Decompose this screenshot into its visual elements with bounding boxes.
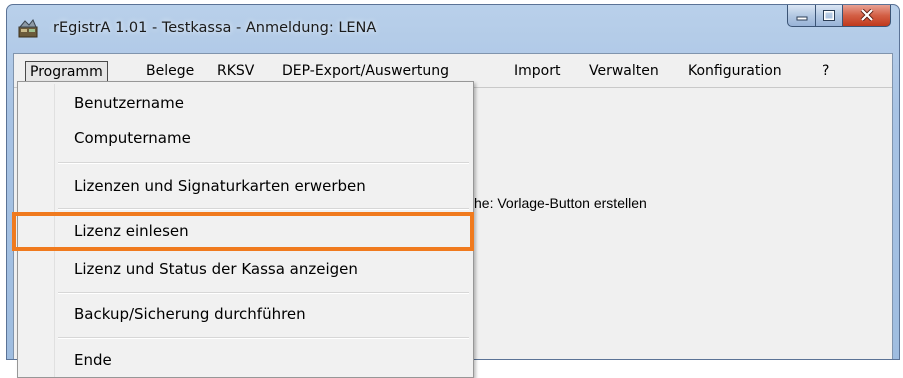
menu-separator <box>58 208 469 210</box>
menu-separator <box>58 292 469 294</box>
close-button[interactable] <box>842 5 891 27</box>
menu-konfiguration[interactable]: Konfiguration <box>684 61 786 83</box>
menu-verwalten[interactable]: Verwalten <box>585 61 663 83</box>
menu-separator <box>58 337 469 339</box>
menu-item-lizenz-status[interactable]: Lizenz und Status der Kassa anzeigen <box>22 254 469 284</box>
menu-item-lizenzen-erwerben[interactable]: Lizenzen und Signaturkarten erwerben <box>22 171 469 201</box>
window-title: rEgistrA 1.01 - Testkassa - Anmeldung: L… <box>53 20 377 36</box>
menu-item-backup[interactable]: Backup/Sicherung durchführen <box>22 299 469 329</box>
menu-rksv[interactable]: RKSV <box>213 61 258 83</box>
menu-import[interactable]: Import <box>510 61 564 83</box>
app-icon <box>17 19 39 39</box>
menu-dep-export[interactable]: DEP-Export/Auswertung <box>278 61 453 83</box>
background-label: che: Vorlage-Button erstellen <box>467 195 647 211</box>
menu-item-computername[interactable]: Computername <box>22 123 469 153</box>
maximize-icon <box>823 6 835 25</box>
menu-separator <box>58 162 469 164</box>
minimize-button[interactable] <box>787 5 816 27</box>
highlight-outline <box>12 212 474 251</box>
maximize-button[interactable] <box>815 5 843 27</box>
title-bar[interactable]: rEgistrA 1.01 - Testkassa - Anmeldung: L… <box>7 5 899 53</box>
menu-belege[interactable]: Belege <box>142 61 198 83</box>
menu-item-benutzername[interactable]: Benutzername <box>22 88 469 118</box>
minimize-icon <box>796 6 808 25</box>
menu-item-ende[interactable]: Ende <box>22 345 469 375</box>
menu-help[interactable]: ? <box>818 61 833 83</box>
menu-programm[interactable]: Programm <box>25 61 108 83</box>
close-icon <box>860 6 874 25</box>
